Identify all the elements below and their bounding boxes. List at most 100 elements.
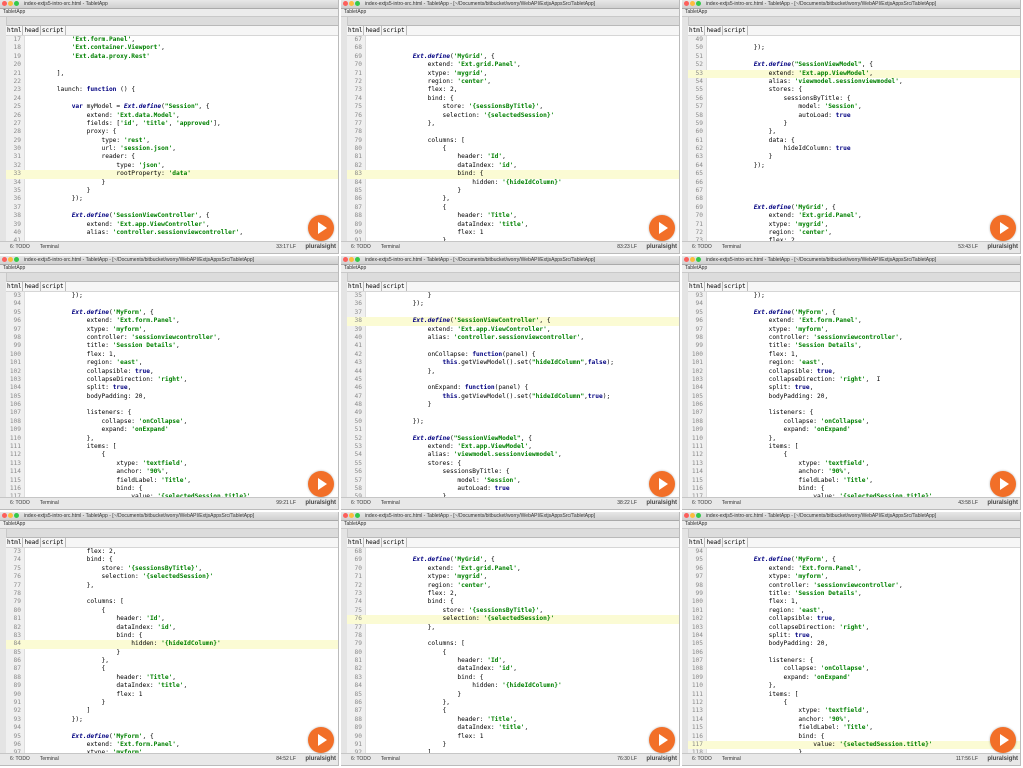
minimize-window-button[interactable] [349,513,354,518]
breadcrumb-item[interactable]: html [347,26,365,35]
terminal-tool-button[interactable]: Terminal [40,498,59,509]
code-editor[interactable]: 49 50 }); 51 52 Ext.define("SessionViewMode… [688,36,1020,241]
breadcrumb-item[interactable]: html [688,538,706,547]
code-editor[interactable]: 67 68 69 Ext.define('MyGrid', {70 extend: … [347,36,679,241]
project-name[interactable]: TabletApp [3,9,25,15]
close-window-button[interactable] [2,257,7,262]
zoom-window-button[interactable] [14,1,19,6]
code-line: 70 extend: 'Ext.grid.Panel', [688,212,1020,220]
breadcrumb-item[interactable]: head [364,538,382,547]
breadcrumb-item[interactable]: head [364,282,382,291]
todo-tool-button[interactable]: 6: TODO [10,498,30,509]
todo-tool-button[interactable]: 6: TODO [10,754,30,765]
project-name[interactable]: TabletApp [344,9,366,15]
close-window-button[interactable] [684,257,689,262]
project-name[interactable]: TabletApp [344,521,366,527]
minimize-window-button[interactable] [690,257,695,262]
zoom-window-button[interactable] [355,257,360,262]
todo-tool-button[interactable]: 6: TODO [351,754,371,765]
breadcrumb-item[interactable]: script [41,538,66,547]
todo-tool-button[interactable]: 6: TODO [692,242,712,253]
breadcrumb-item[interactable]: script [382,26,407,35]
minimize-window-button[interactable] [690,513,695,518]
close-window-button[interactable] [343,257,348,262]
close-window-button[interactable] [684,513,689,518]
zoom-window-button[interactable] [696,257,701,262]
play-button[interactable] [308,471,334,497]
breadcrumb-item[interactable]: html [688,282,706,291]
breadcrumb-item[interactable]: head [364,26,382,35]
project-name[interactable]: TabletApp [685,9,707,15]
todo-tool-button[interactable]: 6: TODO [692,754,712,765]
minimize-window-button[interactable] [349,257,354,262]
todo-tool-button[interactable]: 6: TODO [351,498,371,509]
zoom-window-button[interactable] [355,513,360,518]
todo-tool-button[interactable]: 6: TODO [692,498,712,509]
project-name[interactable]: TabletApp [685,265,707,271]
play-button[interactable] [649,471,675,497]
play-button[interactable] [308,215,334,241]
code-editor[interactable]: 93 }); 94 95 Ext.define('MyForm', {96 exte… [6,292,338,497]
todo-tool-button[interactable]: 6: TODO [10,242,30,253]
breadcrumb-item[interactable]: script [41,26,66,35]
breadcrumb-item[interactable]: head [23,538,41,547]
close-window-button[interactable] [684,1,689,6]
minimize-window-button[interactable] [690,1,695,6]
code-editor[interactable]: 73 flex: 2, 74 bind: {75 store: '{session… [6,548,338,753]
zoom-window-button[interactable] [355,1,360,6]
play-button[interactable] [649,215,675,241]
project-name[interactable]: TabletApp [3,265,25,271]
close-window-button[interactable] [343,513,348,518]
breadcrumb-item[interactable]: script [723,282,748,291]
code-editor[interactable]: 17 'Ext.form.Panel', 18 'Ext.container.Vi… [6,36,338,241]
code-editor[interactable]: 93 }); 94 95 Ext.define('MyForm', {96 exte… [688,292,1020,497]
breadcrumb-item[interactable]: script [382,282,407,291]
play-button[interactable] [990,215,1016,241]
minimize-window-button[interactable] [8,513,13,518]
project-name[interactable]: TabletApp [685,521,707,527]
play-button[interactable] [649,727,675,753]
breadcrumb-item[interactable]: html [6,282,24,291]
breadcrumb-item[interactable]: head [705,282,723,291]
zoom-window-button[interactable] [14,513,19,518]
terminal-tool-button[interactable]: Terminal [381,754,400,765]
todo-tool-button[interactable]: 6: TODO [351,242,371,253]
project-name[interactable]: TabletApp [344,265,366,271]
breadcrumb-item[interactable]: html [347,282,365,291]
breadcrumb-item[interactable]: html [347,538,365,547]
zoom-window-button[interactable] [696,513,701,518]
code-editor[interactable]: 35 } 36 }); 37 38 Ext.define('SessionViewCo… [347,292,679,497]
breadcrumb-item[interactable]: html [688,26,706,35]
breadcrumb-item[interactable]: head [705,26,723,35]
zoom-window-button[interactable] [696,1,701,6]
breadcrumb-item[interactable]: html [6,26,24,35]
terminal-tool-button[interactable]: Terminal [40,754,59,765]
terminal-tool-button[interactable]: Terminal [40,242,59,253]
minimize-window-button[interactable] [8,257,13,262]
terminal-tool-button[interactable]: Terminal [722,754,741,765]
close-window-button[interactable] [2,513,7,518]
code-editor[interactable]: 68 69 Ext.define('MyGrid', {70 extend: 'E… [347,548,679,753]
play-button[interactable] [308,727,334,753]
terminal-tool-button[interactable]: Terminal [722,242,741,253]
terminal-tool-button[interactable]: Terminal [381,242,400,253]
terminal-tool-button[interactable]: Terminal [722,498,741,509]
breadcrumb-item[interactable]: script [723,26,748,35]
breadcrumb-item[interactable]: head [23,282,41,291]
minimize-window-button[interactable] [349,1,354,6]
code-editor[interactable]: 94 95 Ext.define('MyForm', {96 extend: 'E… [688,548,1020,753]
project-name[interactable]: TabletApp [3,521,25,527]
breadcrumb-item[interactable]: script [382,538,407,547]
breadcrumb-item[interactable]: script [41,282,66,291]
breadcrumb-item[interactable]: head [705,538,723,547]
close-window-button[interactable] [343,1,348,6]
play-button[interactable] [990,727,1016,753]
breadcrumb-item[interactable]: head [23,26,41,35]
breadcrumb-item[interactable]: html [6,538,24,547]
minimize-window-button[interactable] [8,1,13,6]
zoom-window-button[interactable] [14,257,19,262]
close-window-button[interactable] [2,1,7,6]
play-button[interactable] [990,471,1016,497]
breadcrumb-item[interactable]: script [723,538,748,547]
terminal-tool-button[interactable]: Terminal [381,498,400,509]
